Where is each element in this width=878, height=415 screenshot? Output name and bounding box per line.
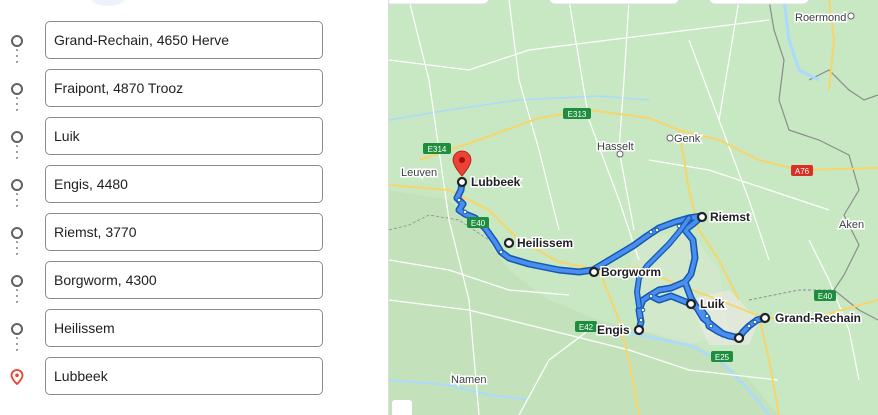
directions-panel — [0, 0, 388, 415]
svg-text:A76: A76 — [795, 167, 810, 176]
place-aken: Aken — [839, 219, 864, 231]
stop-input-8[interactable] — [45, 357, 323, 395]
waypoint-circle-icon — [11, 323, 23, 335]
connector-dots — [16, 145, 18, 163]
svg-text:E42: E42 — [579, 323, 594, 332]
place-hasselt: Hasselt — [597, 141, 634, 153]
map-waypoint-borgworm — [588, 266, 600, 278]
waypoint-circle-icon — [11, 275, 23, 287]
destination-pin-icon — [10, 369, 24, 385]
svg-text:E313: E313 — [568, 110, 587, 119]
stop-row-2 — [0, 69, 388, 109]
place-roermond: Roermond — [795, 12, 846, 24]
waypoint-circle-icon — [11, 131, 23, 143]
road-shield-a76: A76 — [791, 165, 813, 176]
stop-row-4 — [0, 165, 388, 205]
map-waypoint-heilissem — [503, 237, 515, 249]
road-shield-e40-west: E40 — [467, 217, 489, 228]
place-namen: Namen — [451, 374, 486, 386]
stop-row-7 — [0, 309, 388, 349]
map-waypoint-riemst — [696, 211, 708, 223]
connector-dots — [16, 97, 18, 115]
label-riemst: Riemst — [710, 210, 750, 224]
stop-input-3[interactable] — [45, 117, 323, 155]
panel-top-shape — [88, 0, 128, 6]
connector-dots — [16, 289, 18, 307]
svg-text:E314: E314 — [428, 145, 447, 154]
connector-dots — [16, 337, 18, 355]
stop-row-1 — [0, 21, 388, 61]
place-leuven: Leuven — [401, 167, 437, 179]
label-luik: Luik — [700, 297, 725, 311]
connector-dots — [16, 49, 18, 67]
svg-text:E40: E40 — [818, 292, 833, 301]
waypoint-circle-icon — [11, 35, 23, 47]
road-shield-e25: E25 — [711, 351, 733, 362]
label-lubbeek: Lubbeek — [471, 175, 521, 189]
road-shield-e314: E314 — [423, 143, 451, 154]
connector-dots — [16, 193, 18, 211]
stop-row-8 — [0, 357, 388, 397]
road-shield-e313: E313 — [563, 108, 591, 119]
waypoint-circle-icon — [11, 227, 23, 239]
map-canvas[interactable]: E313 E314 E40 E42 E25 E40 A76 Roermond G… — [389, 0, 878, 415]
label-engis: Engis — [597, 323, 630, 337]
stop-input-5[interactable] — [45, 213, 323, 251]
connector-dots — [16, 241, 18, 259]
map-waypoint-fraipont — [733, 332, 745, 344]
stop-input-1[interactable] — [45, 21, 323, 59]
label-borgworm: Borgworm — [601, 265, 661, 279]
label-heilissem: Heilissem — [517, 236, 573, 250]
map-waypoint-luik — [685, 298, 697, 310]
stop-input-4[interactable] — [45, 165, 323, 203]
waypoint-circle-icon — [11, 179, 23, 191]
map-waypoint-grand-rechain — [759, 312, 771, 324]
map-waypoint-lubbeek — [456, 176, 468, 188]
svg-text:E40: E40 — [471, 219, 486, 228]
label-grand-rechain: Grand-Rechain — [775, 311, 861, 325]
map-graphics: E313 E314 E40 E42 E25 E40 A76 Roermond G… — [389, 0, 878, 415]
waypoint-circle-icon — [11, 83, 23, 95]
stop-row-6 — [0, 261, 388, 301]
road-shield-e40-east: E40 — [814, 290, 836, 301]
place-genk: Genk — [674, 133, 701, 145]
stop-row-5 — [0, 213, 388, 253]
stop-input-6[interactable] — [45, 261, 323, 299]
map-waypoint-engis — [633, 324, 645, 336]
stop-input-7[interactable] — [45, 309, 323, 347]
stop-row-3 — [0, 117, 388, 157]
stop-input-2[interactable] — [45, 69, 323, 107]
svg-text:E25: E25 — [715, 353, 730, 362]
road-shield-e42: E42 — [575, 321, 597, 332]
